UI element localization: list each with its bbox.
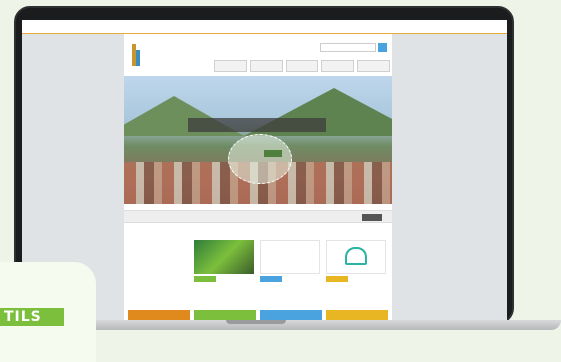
search-input[interactable] xyxy=(320,43,376,52)
hero-caption xyxy=(188,118,326,132)
news-card-image xyxy=(194,240,254,274)
nav-item[interactable] xyxy=(285,60,319,72)
news-card[interactable] xyxy=(194,240,254,298)
news-card[interactable] xyxy=(326,240,386,298)
nav-item[interactable] xyxy=(321,60,355,72)
nav-item[interactable] xyxy=(357,60,390,72)
footer-button[interactable] xyxy=(260,310,322,320)
footer-button[interactable] xyxy=(194,310,256,320)
search-button[interactable] xyxy=(378,43,387,52)
hero-banner[interactable] xyxy=(124,76,392,204)
news-card-button[interactable] xyxy=(194,276,216,282)
logo-bar-icon xyxy=(136,50,140,66)
news-card-button[interactable] xyxy=(260,276,282,282)
website-page xyxy=(124,34,392,320)
laptop-notch xyxy=(226,320,286,324)
sidebar xyxy=(130,230,188,236)
news-ticker xyxy=(124,210,392,223)
site-logo[interactable] xyxy=(130,42,166,68)
nav-item[interactable] xyxy=(214,60,247,72)
heart-logo-icon xyxy=(345,247,367,265)
news-card-image xyxy=(326,240,386,274)
ticker-button[interactable] xyxy=(362,214,382,221)
map-graphic xyxy=(228,134,292,184)
corner-panel: TILS xyxy=(0,262,96,362)
laptop-deck xyxy=(18,320,561,330)
site-topbar xyxy=(22,20,507,34)
news-card-button[interactable] xyxy=(326,276,348,282)
hero-tag xyxy=(264,150,282,157)
main-nav xyxy=(214,60,390,72)
news-card-image xyxy=(260,240,320,274)
news-card[interactable] xyxy=(260,240,320,298)
tools-badge[interactable]: TILS xyxy=(0,308,64,326)
footer-button[interactable] xyxy=(326,310,388,320)
browser-viewport xyxy=(22,20,507,320)
nav-item[interactable] xyxy=(249,60,283,72)
footer-buttons xyxy=(124,310,392,320)
footer-button[interactable] xyxy=(128,310,190,320)
